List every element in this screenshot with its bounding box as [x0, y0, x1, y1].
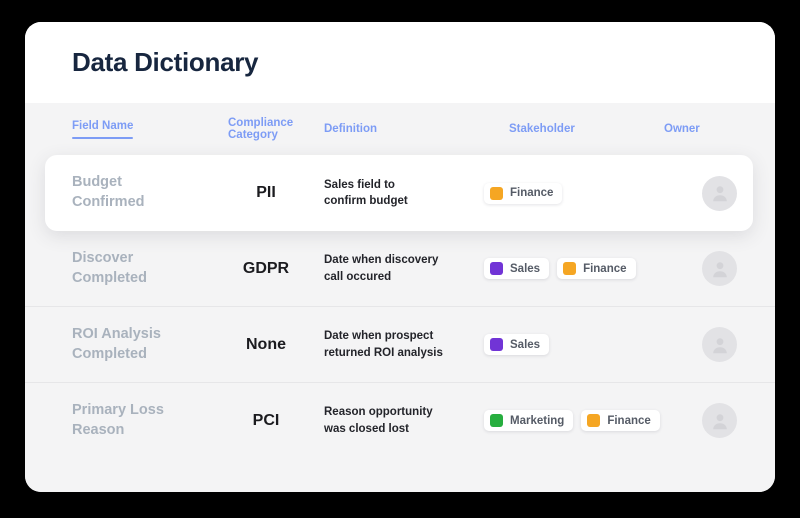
field-name-line-2: Confirmed — [72, 194, 145, 210]
column-header-owner[interactable]: Owner — [664, 123, 775, 135]
column-header-definition-label: Definition — [324, 123, 378, 135]
cell-compliance-category: None — [246, 335, 286, 353]
user-avatar-icon — [712, 261, 727, 277]
cell-field-name: Discover Completed — [72, 249, 208, 288]
table-row[interactable]: ROI Analysis Completed None Date when pr… — [25, 307, 775, 383]
field-name-line-1: ROI Analysis — [72, 325, 161, 342]
data-dictionary-card: Data Dictionary Field Name Compliance Ca… — [25, 22, 775, 492]
avatar[interactable] — [702, 175, 737, 211]
stakeholder-chip[interactable]: Sales — [484, 258, 550, 279]
field-name-line-1: Budget — [72, 174, 122, 191]
cell-stakeholder: Marketing Finance — [484, 410, 664, 431]
cell-stakeholder: Sales Finance — [484, 258, 664, 279]
stakeholder-chip-label: Marketing — [510, 414, 565, 427]
column-header-compliance-category[interactable]: Compliance Category — [208, 117, 324, 141]
cell-owner — [664, 403, 775, 438]
stakeholder-chip-label: Sales — [510, 338, 541, 351]
data-dictionary-table: Field Name Compliance Category Definitio… — [25, 103, 775, 492]
stakeholder-chip-label: Finance — [583, 262, 627, 275]
stakeholder-chip-label: Finance — [607, 414, 651, 427]
cell-compliance-category: GDPR — [242, 259, 290, 277]
column-header-stakeholder-label: Stakeholder — [509, 123, 575, 135]
app-screen: Data Dictionary Field Name Compliance Ca… — [0, 0, 800, 518]
definition-line-1: Date when discovery — [324, 254, 439, 267]
definition-line-2: was closed lost — [324, 422, 410, 435]
cell-field-name: Primary Loss Reason — [72, 401, 208, 440]
stakeholder-chip[interactable]: Finance — [484, 182, 563, 204]
column-header-owner-label: Owner — [664, 123, 700, 135]
stakeholder-chip[interactable]: Sales — [484, 334, 550, 355]
stakeholder-color-swatch — [490, 186, 503, 200]
definition-line-1: Sales field to — [324, 178, 395, 191]
field-name-line-2: Completed — [72, 269, 147, 286]
cell-definition: Date when discovery call occured — [324, 252, 484, 284]
stakeholder-color-swatch — [490, 338, 503, 351]
avatar[interactable] — [702, 251, 737, 286]
field-name-line-2: Reason — [72, 421, 125, 438]
table-header-row: Field Name Compliance Category Definitio… — [25, 103, 775, 155]
column-header-compliance-category-label: Compliance Category — [228, 117, 294, 141]
avatar[interactable] — [702, 403, 737, 438]
column-header-field-name-label: Field Name — [72, 119, 134, 132]
cell-owner — [664, 327, 775, 362]
stakeholder-color-swatch — [587, 414, 601, 427]
cell-definition: Sales field to confirm budget — [324, 177, 484, 209]
stakeholder-chip-label: Sales — [510, 262, 541, 275]
cell-field-name: Budget Confirmed — [72, 173, 208, 212]
user-avatar-icon — [712, 186, 727, 202]
cell-definition: Date when prospect returned ROI analysis — [324, 328, 484, 360]
cell-compliance-category: PII — [256, 184, 276, 201]
definition-line-1: Date when prospect — [324, 330, 434, 343]
table-row[interactable]: Budget Confirmed PII Sales field to conf… — [45, 155, 753, 231]
stakeholder-color-swatch — [563, 262, 577, 275]
cell-definition: Reason opportunity was closed lost — [324, 404, 484, 436]
column-header-definition[interactable]: Definition — [324, 123, 484, 135]
cell-stakeholder: Finance — [484, 182, 664, 204]
table-row[interactable]: Primary Loss Reason PCI Reason opportuni… — [25, 383, 775, 459]
cell-field-name: ROI Analysis Completed — [72, 325, 208, 364]
column-header-stakeholder[interactable]: Stakeholder — [484, 123, 664, 135]
field-name-line-2: Completed — [72, 345, 147, 362]
user-avatar-icon — [712, 413, 727, 429]
page-title: Data Dictionary — [72, 47, 259, 77]
stakeholder-color-swatch — [490, 262, 503, 275]
column-header-active-underline — [72, 136, 134, 139]
cell-owner — [664, 251, 775, 286]
stakeholder-chip[interactable]: Finance — [557, 258, 636, 279]
definition-line-1: Reason opportunity — [324, 406, 433, 419]
definition-line-2: confirm budget — [324, 195, 408, 207]
field-name-line-1: Primary Loss — [72, 401, 164, 418]
card-header: Data Dictionary — [25, 22, 775, 103]
definition-line-2: call occured — [324, 270, 392, 283]
stakeholder-chip[interactable]: Finance — [581, 410, 660, 431]
cell-owner — [664, 175, 775, 211]
field-name-line-1: Discover — [72, 249, 134, 266]
table-row[interactable]: Discover Completed GDPR Date when discov… — [25, 231, 775, 307]
cell-stakeholder: Sales — [484, 334, 664, 355]
stakeholder-chip[interactable]: Marketing — [484, 410, 574, 431]
column-header-field-name[interactable]: Field Name — [72, 120, 208, 139]
definition-line-2: returned ROI analysis — [324, 346, 443, 359]
stakeholder-chip-label: Finance — [510, 187, 554, 199]
user-avatar-icon — [712, 337, 727, 353]
cell-compliance-category: PCI — [252, 411, 280, 429]
stakeholder-color-swatch — [490, 414, 503, 427]
avatar[interactable] — [702, 327, 737, 362]
